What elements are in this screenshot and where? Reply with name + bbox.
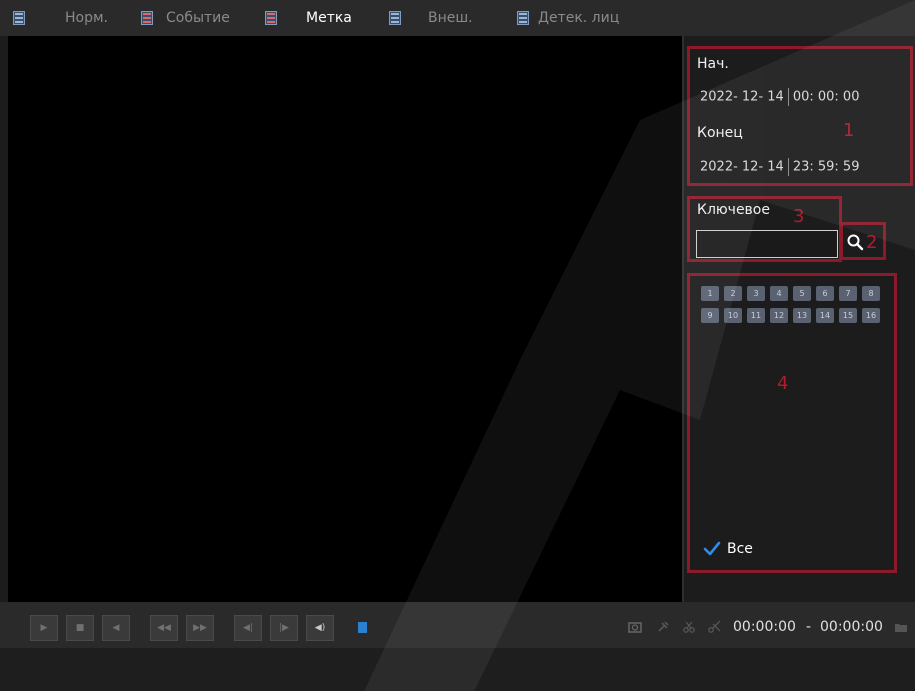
tab-event[interactable]: Событие	[140, 0, 230, 36]
keyword-label: Ключевое	[697, 202, 770, 218]
cut-icon[interactable]	[708, 620, 722, 634]
end-time[interactable]: 23: 59: 59	[793, 160, 860, 175]
channel-14-button[interactable]: 14	[816, 308, 834, 323]
channel-15-button[interactable]: 15	[839, 308, 857, 323]
channel-12-button[interactable]: 12	[770, 308, 788, 323]
fast-forward-button[interactable]: ▶▶	[186, 615, 214, 641]
pin-icon[interactable]	[656, 620, 670, 634]
video-display[interactable]	[8, 36, 682, 602]
start-time[interactable]: 00: 00: 00	[793, 90, 860, 105]
record-file-icon	[140, 10, 154, 26]
select-all-label: Все	[727, 541, 753, 557]
play-button[interactable]: ▶	[30, 615, 58, 641]
reverse-icon: ◀	[112, 623, 120, 633]
tab-label: Детек. лиц	[538, 10, 620, 26]
tab-normal[interactable]	[12, 0, 34, 36]
stop-button[interactable]: ■	[66, 615, 94, 641]
divider	[787, 158, 789, 176]
checkmark-icon[interactable]	[703, 540, 721, 558]
progress-marker-icon[interactable]	[358, 622, 367, 633]
tab-face-detection[interactable]: Детек. лиц	[516, 0, 619, 36]
step-back-icon: ◀|	[243, 623, 253, 633]
tab-tag[interactable]: Метка	[264, 0, 352, 36]
start-label: Нач.	[697, 56, 729, 72]
select-all-checkbox[interactable]: Все	[703, 540, 753, 558]
record-file-icon	[516, 10, 530, 26]
divider	[787, 88, 789, 106]
start-date[interactable]: 2022- 12- 14	[700, 90, 784, 105]
step-forward-button[interactable]: |▶	[270, 615, 298, 641]
channel-1-button[interactable]: 1	[701, 286, 719, 301]
tab-normal-label-wrap[interactable]: Норм.	[65, 0, 108, 36]
tab-label: Норм.	[65, 10, 108, 26]
time-separator: -	[806, 619, 812, 635]
snapshot-icon[interactable]	[628, 620, 642, 634]
channel-13-button[interactable]: 13	[793, 308, 811, 323]
play-icon: ▶	[40, 623, 48, 633]
playback-start-time: 00:00:00	[733, 619, 796, 635]
annotation-number-2: 2	[866, 232, 878, 253]
rewind-button[interactable]: ◀◀	[150, 615, 178, 641]
record-file-icon	[12, 10, 26, 26]
playback-mode-tabs: Норм. Событие Метка Внеш. Детек. лиц	[0, 0, 915, 36]
rewind-icon: ◀◀	[157, 623, 171, 633]
folder-icon[interactable]	[894, 620, 908, 634]
end-label: Конец	[697, 125, 743, 141]
channel-11-button[interactable]: 11	[747, 308, 765, 323]
step-forward-icon: |▶	[279, 623, 289, 633]
clip-icon[interactable]	[682, 620, 696, 634]
reverse-button[interactable]: ◀	[102, 615, 130, 641]
playback-end-time: 00:00:00	[820, 619, 883, 635]
end-datetime-field[interactable]: 2022- 12- 14 23: 59: 59	[700, 158, 859, 176]
end-date[interactable]: 2022- 12- 14	[700, 160, 784, 175]
channel-9-button[interactable]: 9	[701, 308, 719, 323]
start-datetime-field[interactable]: 2022- 12- 14 00: 00: 00	[700, 88, 859, 106]
annotation-number-3: 3	[793, 206, 805, 227]
volume-icon: ◀)	[314, 623, 326, 633]
volume-button[interactable]: ◀)	[306, 615, 334, 641]
fast-forward-icon: ▶▶	[193, 623, 207, 633]
channel-10-button[interactable]: 10	[724, 308, 742, 323]
step-back-button[interactable]: ◀|	[234, 615, 262, 641]
channel-6-button[interactable]: 6	[816, 286, 834, 301]
stop-icon: ■	[75, 623, 85, 633]
channel-2-button[interactable]: 2	[724, 286, 742, 301]
tab-external[interactable]: Внеш.	[388, 0, 473, 36]
annotation-number-4: 4	[777, 373, 789, 394]
record-file-icon	[388, 10, 402, 26]
record-file-icon	[264, 10, 278, 26]
channel-3-button[interactable]: 3	[747, 286, 765, 301]
bottom-bar	[0, 648, 915, 691]
tab-label: Событие	[166, 10, 230, 26]
annotation-number-1: 1	[843, 120, 855, 141]
tab-label: Внеш.	[428, 10, 473, 26]
channel-5-button[interactable]: 5	[793, 286, 811, 301]
keyword-input[interactable]	[696, 230, 838, 258]
channel-4-button[interactable]: 4	[770, 286, 788, 301]
channel-16-button[interactable]: 16	[862, 308, 880, 323]
channel-8-button[interactable]: 8	[862, 286, 880, 301]
tab-label: Метка	[306, 10, 352, 26]
channel-7-button[interactable]: 7	[839, 286, 857, 301]
search-icon[interactable]	[846, 233, 864, 251]
